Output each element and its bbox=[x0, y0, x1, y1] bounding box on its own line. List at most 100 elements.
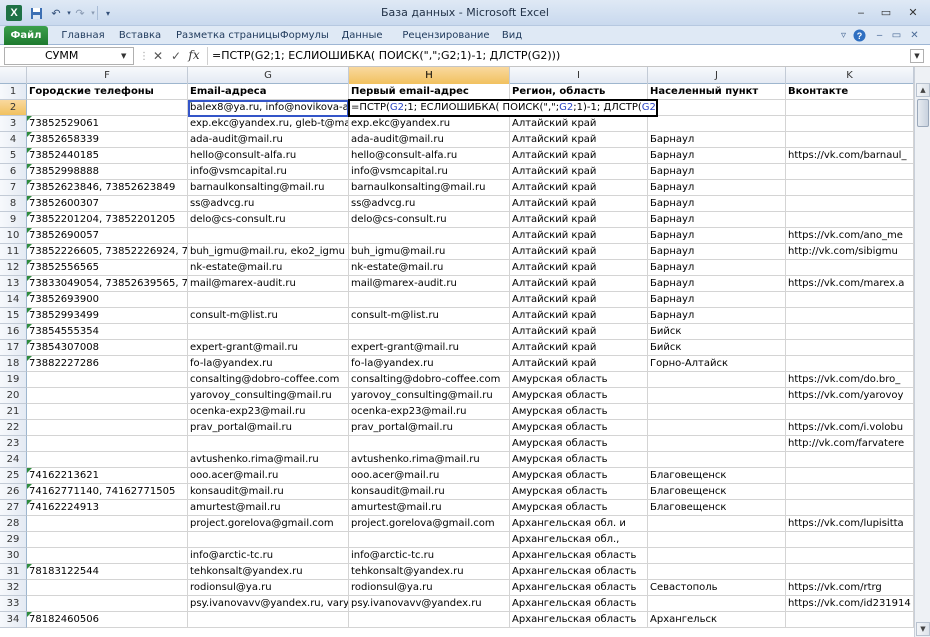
cell-h[interactable]: delo@cs-consult.ru bbox=[349, 212, 510, 228]
cell-f[interactable]: 73852658339 bbox=[27, 132, 188, 148]
error-indicator-icon[interactable] bbox=[27, 276, 32, 281]
cell-f[interactable] bbox=[27, 372, 188, 388]
row-header[interactable]: 5 bbox=[0, 148, 27, 164]
cell-g[interactable]: hello@consult-alfa.ru bbox=[188, 148, 349, 164]
cell-g[interactable]: consult-m@list.ru bbox=[188, 308, 349, 324]
tab-file[interactable]: Файл bbox=[4, 26, 48, 45]
cell-h[interactable]: yarovoy_consulting@mail.ru bbox=[349, 388, 510, 404]
cell-j[interactable]: Барнаул bbox=[648, 196, 786, 212]
cell-k[interactable]: http://vk.com/sibigmu bbox=[786, 244, 914, 260]
cell-g[interactable]: ada-audit@mail.ru bbox=[188, 132, 349, 148]
cell-g[interactable]: project.gorelova@gmail.com bbox=[188, 516, 349, 532]
cell-i[interactable]: Алтайский край bbox=[510, 324, 648, 340]
cell-f[interactable]: 73854555354 bbox=[27, 324, 188, 340]
cell-f[interactable]: 73852556565 bbox=[27, 260, 188, 276]
row-header[interactable]: 15 bbox=[0, 308, 27, 324]
cell-i[interactable]: Архангельская обл., bbox=[510, 532, 648, 548]
cell-h[interactable]: nk-estate@mail.ru bbox=[349, 260, 510, 276]
cell-j[interactable] bbox=[648, 452, 786, 468]
cell-f[interactable]: 78183122544 bbox=[27, 564, 188, 580]
help-icon[interactable]: ? bbox=[852, 28, 867, 43]
tab-data[interactable]: Данные bbox=[340, 26, 384, 45]
cell-g[interactable]: info@arctic-tc.ru bbox=[188, 548, 349, 564]
cell-i[interactable]: Алтайский край bbox=[510, 116, 648, 132]
cell-h[interactable]: info@vsmcapital.ru bbox=[349, 164, 510, 180]
column-header-f[interactable]: F bbox=[27, 67, 188, 84]
select-all-corner[interactable] bbox=[0, 67, 27, 84]
cell-k[interactable] bbox=[786, 468, 914, 484]
cell-j[interactable]: Барнаул bbox=[648, 292, 786, 308]
cell-j[interactable]: Барнаул bbox=[648, 228, 786, 244]
row-header[interactable]: 26 bbox=[0, 484, 27, 500]
insert-function-icon[interactable]: fx bbox=[186, 48, 202, 64]
header-cell-k[interactable]: Вконтакте bbox=[786, 84, 914, 100]
error-indicator-icon[interactable] bbox=[27, 244, 32, 249]
row-header[interactable]: 13 bbox=[0, 276, 27, 292]
cell-g[interactable] bbox=[188, 436, 349, 452]
cell-k[interactable]: http://vk.com/farvatere bbox=[786, 436, 914, 452]
row-header[interactable]: 3 bbox=[0, 116, 27, 132]
cell-i[interactable]: Амурская область bbox=[510, 484, 648, 500]
cell-g[interactable]: info@vsmcapital.ru bbox=[188, 164, 349, 180]
row-header[interactable]: 18 bbox=[0, 356, 27, 372]
cell-f[interactable]: 74162771140, 74162771505 bbox=[27, 484, 188, 500]
cell-g[interactable] bbox=[188, 228, 349, 244]
cell-f[interactable] bbox=[27, 548, 188, 564]
cell-k[interactable] bbox=[786, 532, 914, 548]
cell-g[interactable]: barnaulkonsalting@mail.ru bbox=[188, 180, 349, 196]
cell-i[interactable]: Алтайский край bbox=[510, 148, 648, 164]
column-header-g[interactable]: G bbox=[188, 67, 349, 84]
cell-j[interactable]: Благовещенск bbox=[648, 484, 786, 500]
row-header[interactable]: 29 bbox=[0, 532, 27, 548]
cell-g[interactable]: buh_igmu@mail.ru, eko2_igmu bbox=[188, 244, 349, 260]
cell-f[interactable]: 73852998888 bbox=[27, 164, 188, 180]
row-header[interactable]: 10 bbox=[0, 228, 27, 244]
cell-k[interactable] bbox=[786, 452, 914, 468]
error-indicator-icon[interactable] bbox=[27, 292, 32, 297]
cell-h[interactable]: rodionsul@ya.ru bbox=[349, 580, 510, 596]
row-header[interactable]: 32 bbox=[0, 580, 27, 596]
cell-h[interactable]: expert-grant@mail.ru bbox=[349, 340, 510, 356]
error-indicator-icon[interactable] bbox=[27, 180, 32, 185]
worksheet-grid[interactable]: FGHIJK 1 Городские телефоны Email-адреса Пе… bbox=[0, 67, 914, 637]
cell-k[interactable]: https://vk.com/marex.a bbox=[786, 276, 914, 292]
cell-j[interactable] bbox=[648, 420, 786, 436]
scroll-thumb[interactable] bbox=[917, 99, 929, 127]
cell-j[interactable] bbox=[648, 548, 786, 564]
tab-review[interactable]: Рецензирование bbox=[400, 26, 492, 45]
error-indicator-icon[interactable] bbox=[27, 468, 32, 473]
enter-entry-icon[interactable]: ✓ bbox=[168, 48, 184, 64]
cell-f[interactable] bbox=[27, 452, 188, 468]
cell-g[interactable]: ocenka-exp23@mail.ru bbox=[188, 404, 349, 420]
tab-view[interactable]: Вид bbox=[500, 26, 524, 45]
error-indicator-icon[interactable] bbox=[27, 308, 32, 313]
cell-h[interactable]: buh_igmu@mail.ru bbox=[349, 244, 510, 260]
cell-j[interactable]: Бийск bbox=[648, 340, 786, 356]
row-header[interactable]: 22 bbox=[0, 420, 27, 436]
header-cell-g[interactable]: Email-адреса bbox=[188, 84, 349, 100]
cell-k[interactable] bbox=[786, 564, 914, 580]
name-box-dropdown-icon[interactable]: ▼ bbox=[121, 52, 126, 60]
cell-j[interactable]: Барнаул bbox=[648, 260, 786, 276]
cell-i[interactable]: Амурская область bbox=[510, 500, 648, 516]
name-box[interactable]: СУММ bbox=[4, 47, 134, 65]
cell-h[interactable]: consalting@dobro-coffee.com bbox=[349, 372, 510, 388]
cell-i[interactable]: Алтайский край bbox=[510, 356, 648, 372]
error-indicator-icon[interactable] bbox=[27, 132, 32, 137]
tab-formulas[interactable]: Формулы bbox=[280, 26, 329, 45]
row-header[interactable]: 6 bbox=[0, 164, 27, 180]
cell-i[interactable]: Архангельская область bbox=[510, 612, 648, 628]
cell-h[interactable]: amurtest@mail.ru bbox=[349, 500, 510, 516]
scroll-down-icon[interactable]: ▼ bbox=[916, 622, 930, 636]
close-icon[interactable]: ✕ bbox=[902, 5, 924, 20]
row-header[interactable]: 27 bbox=[0, 500, 27, 516]
cell-i[interactable]: Архангельская область bbox=[510, 580, 648, 596]
cell-h[interactable]: tehkonsalt@yandex.ru bbox=[349, 564, 510, 580]
cell-i[interactable]: Алтайский край bbox=[510, 276, 648, 292]
row-header[interactable]: 23 bbox=[0, 436, 27, 452]
cell-i[interactable]: Алтайский край bbox=[510, 132, 648, 148]
cell-g[interactable] bbox=[188, 292, 349, 308]
header-cell-h[interactable]: Первый email-адрес bbox=[349, 84, 510, 100]
cell-h[interactable] bbox=[349, 532, 510, 548]
cell-g[interactable]: rodionsul@ya.ru bbox=[188, 580, 349, 596]
